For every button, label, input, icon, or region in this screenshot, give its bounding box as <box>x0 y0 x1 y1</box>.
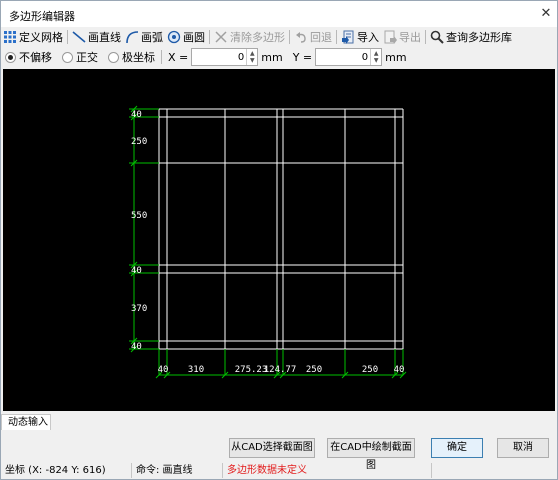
horizontal-dimension-label: 275.23 <box>235 365 268 375</box>
grid-icon <box>4 31 16 43</box>
define-grid-label: 定义网格 <box>19 31 63 44</box>
mode-orthogonal-radio[interactable] <box>62 51 73 63</box>
vertical-dimension-label: 40 <box>131 342 142 352</box>
toolbar-separator <box>209 30 210 44</box>
horizontal-dimension-label: 40 <box>394 365 405 375</box>
tab-dynamic-input[interactable]: 动态输入 <box>1 414 51 430</box>
mode-orthogonal-label: 正交 <box>76 51 98 64</box>
import-button[interactable]: 导入 <box>339 28 381 46</box>
toolbar-separator <box>67 30 68 44</box>
query-polygon-library-button[interactable]: 查询多边形库 <box>428 28 514 46</box>
y-coordinate-input[interactable]: 0 ▲ ▼ <box>315 48 383 66</box>
query-polygon-library-label: 查询多边形库 <box>446 31 512 44</box>
drawing-canvas[interactable]: 40 250 550 40 370 40 40 310 275.23 124.77 250 250 40 <box>3 69 555 411</box>
vertical-dimension-label: 250 <box>131 137 147 147</box>
undo-button[interactable]: 回退 <box>292 28 334 46</box>
export-button[interactable]: 导出 <box>381 28 423 46</box>
draw-circle-button[interactable]: 画圆 <box>165 28 207 46</box>
draw-arc-button[interactable]: 画弧 <box>123 28 165 46</box>
y-label: Y = <box>292 50 313 64</box>
x-unit: mm <box>261 50 283 64</box>
vertical-dimension-label: 370 <box>131 304 147 314</box>
select-from-cad-button[interactable]: 从CAD选择截面图 <box>229 438 315 458</box>
vertical-dimension-label: 550 <box>131 211 147 221</box>
vertical-dimension-label: 40 <box>131 110 142 120</box>
status-command: 命令: 画直线 <box>132 463 223 478</box>
close-button[interactable]: ✕ <box>537 5 555 23</box>
horizontal-dimension-label: 250 <box>306 365 322 375</box>
status-message: 多边形数据未定义 <box>223 463 432 478</box>
ok-button[interactable]: 确定 <box>431 438 483 458</box>
clear-polygon-label: 清除多边形 <box>230 31 285 44</box>
arc-icon <box>126 31 139 44</box>
define-grid-button[interactable]: 定义网格 <box>1 28 65 46</box>
vertical-dimension-label: 40 <box>131 266 142 276</box>
toolbar-separator <box>289 30 290 44</box>
import-label: 导入 <box>357 31 379 44</box>
mode-polar-radio[interactable] <box>108 51 119 63</box>
draw-circle-label: 画圆 <box>183 31 205 44</box>
line-icon <box>72 31 86 43</box>
cancel-button[interactable]: 取消 <box>497 438 549 458</box>
x-coordinate-input[interactable]: 0 ▲ ▼ <box>191 48 259 66</box>
undo-icon <box>296 32 306 43</box>
horizontal-dimension-label: 310 <box>188 365 204 375</box>
polygon-editor-window: 多边形编辑器 ✕ 定义网格 画直线 画弧 画圆 清除多边形 回退 导入 导出 查… <box>0 0 558 480</box>
options-bar: 不偏移 正交 极坐标 X = 0 ▲ ▼ mm Y = 0 ▲ ▼ mm <box>1 47 557 67</box>
status-bar: 坐标 (X: -824 Y: 616) 命令: 画直线 多边形数据未定义 <box>1 462 557 479</box>
section-drawing: 40 250 550 40 370 40 40 310 275.23124.77 250 250 40 <box>129 105 407 379</box>
circle-icon <box>167 30 181 44</box>
clear-polygon-button[interactable]: 清除多边形 <box>212 28 287 46</box>
x-label: X = <box>168 50 189 64</box>
y-unit: mm <box>385 50 407 64</box>
draw-line-button[interactable]: 画直线 <box>70 28 123 46</box>
x-spin-arrows[interactable]: ▲ ▼ <box>246 49 257 65</box>
draw-in-cad-button[interactable]: 在CAD中绘制截面图 <box>327 438 415 471</box>
status-coordinates: 坐标 (X: -824 Y: 616) <box>1 463 132 478</box>
export-label: 导出 <box>399 31 421 44</box>
draw-line-label: 画直线 <box>88 31 121 44</box>
export-icon <box>384 30 397 44</box>
toolbar: 定义网格 画直线 画弧 画圆 清除多边形 回退 导入 导出 查询多边形库 <box>1 27 557 47</box>
toolbar-separator <box>425 30 426 44</box>
draw-arc-label: 画弧 <box>141 31 163 44</box>
horizontal-dimension-label: 124.77 <box>264 365 297 375</box>
undo-label: 回退 <box>310 31 332 44</box>
mode-polar-label: 极坐标 <box>122 51 155 64</box>
y-value: 0 <box>361 51 369 63</box>
options-separator <box>161 50 162 64</box>
title-bar: 多边形编辑器 ✕ <box>1 1 557 27</box>
toolbar-separator <box>336 30 337 44</box>
import-icon <box>342 30 354 44</box>
x-value: 0 <box>237 51 245 63</box>
search-icon <box>430 30 444 44</box>
clear-icon <box>215 31 227 43</box>
dialog-button-bar: 从CAD选择截面图 在CAD中绘制截面图 确定 取消 <box>1 431 557 471</box>
mode-no-offset-radio[interactable] <box>5 51 16 63</box>
mode-no-offset-label: 不偏移 <box>19 51 52 64</box>
window-title: 多边形编辑器 <box>9 10 75 23</box>
horizontal-dimension-label: 40 <box>158 365 169 375</box>
horizontal-dimension-label: 250 <box>362 365 378 375</box>
y-spin-arrows[interactable]: ▲ ▼ <box>370 49 381 65</box>
